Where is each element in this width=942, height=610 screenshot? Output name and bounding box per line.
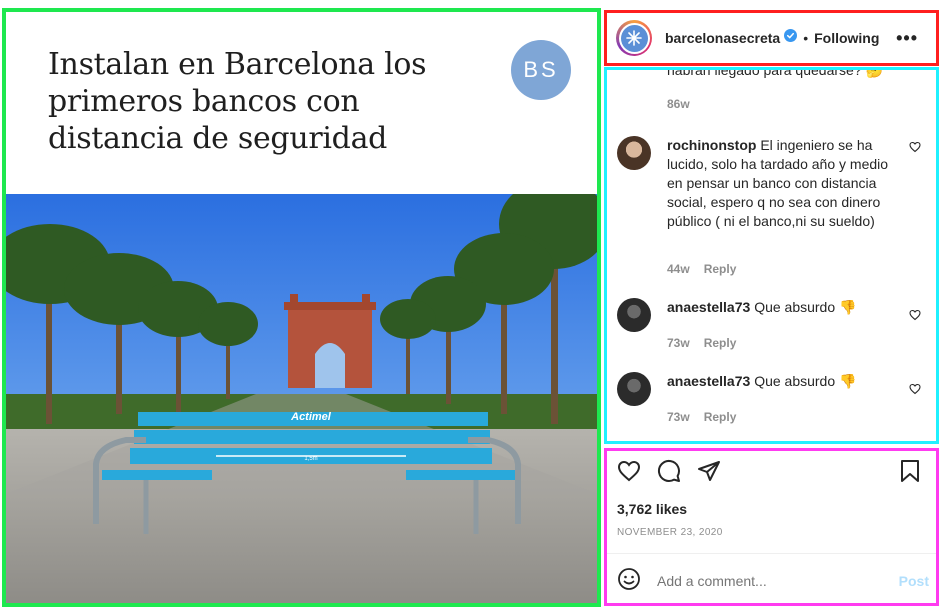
asterisk-icon bbox=[620, 24, 648, 52]
comment-time: 73w bbox=[667, 410, 690, 424]
comment-body: rochinonstop El ingeniero se ha lucido, … bbox=[667, 136, 895, 231]
following-button[interactable]: Following bbox=[814, 30, 879, 46]
comments-list[interactable]: habrán llegado para quedarse? 🤔 86w roch… bbox=[607, 70, 936, 441]
post-header: barcelonasecreta • Following ••• bbox=[607, 13, 936, 63]
profile-username[interactable]: barcelonasecreta bbox=[665, 30, 780, 46]
comment-meta: 44w Reply bbox=[667, 260, 736, 278]
post-actions: 3,762 likes NOVEMBER 23, 2020 Post bbox=[607, 451, 936, 603]
verified-badge-icon bbox=[784, 29, 798, 47]
comment-bubble-icon[interactable] bbox=[657, 459, 681, 488]
comment-time: 44w bbox=[667, 262, 690, 276]
like-comment-heart-icon[interactable] bbox=[909, 308, 921, 326]
share-paper-plane-icon[interactable] bbox=[697, 459, 721, 488]
reply-button[interactable]: Reply bbox=[704, 262, 737, 276]
profile-avatar[interactable] bbox=[616, 20, 652, 56]
comment-text: Que absurdo bbox=[754, 373, 836, 389]
comment-text: Que absurdo bbox=[754, 299, 836, 315]
reply-button[interactable]: Reply bbox=[704, 410, 737, 424]
post-date[interactable]: NOVEMBER 23, 2020 bbox=[617, 527, 723, 538]
post-comment-button[interactable]: Post bbox=[899, 573, 929, 589]
like-heart-icon[interactable] bbox=[617, 459, 641, 488]
comment-body: anaestella73 Que absurdo 👎 bbox=[667, 372, 895, 391]
commenter-avatar[interactable] bbox=[617, 298, 651, 332]
bench-photo: Actimel 1,5m bbox=[6, 194, 597, 603]
like-comment-heart-icon[interactable] bbox=[909, 382, 921, 400]
comment-body: anaestella73 Que absurdo 👎 bbox=[667, 298, 895, 317]
thinking-emoji-icon: 🤔 bbox=[865, 70, 883, 78]
post-headline: Instalan en Barcelona los primeros banco… bbox=[48, 47, 427, 156]
likes-count[interactable]: 3,762 likes bbox=[617, 501, 687, 517]
like-comment-heart-icon[interactable] bbox=[909, 140, 921, 158]
divider bbox=[607, 553, 936, 554]
comment-cut-text: habrán llegado para quedarse? 🤔 bbox=[667, 70, 883, 79]
bench-brand-text: Actimel bbox=[290, 411, 332, 423]
action-icons bbox=[617, 459, 927, 487]
separator-dot: • bbox=[803, 30, 809, 46]
reply-button[interactable]: Reply bbox=[704, 336, 737, 350]
comment-time: 73w bbox=[667, 336, 690, 350]
comment-time: 86w bbox=[667, 97, 690, 111]
emoji-smiley-icon[interactable] bbox=[617, 567, 641, 596]
comment-username[interactable]: anaestella73 bbox=[667, 299, 750, 315]
comment-meta: 73w Reply bbox=[667, 408, 736, 426]
add-comment-bar: Post bbox=[617, 567, 929, 596]
post-media[interactable]: Instalan en Barcelona los primeros banco… bbox=[6, 12, 597, 603]
bench-distance-text: 1,5m bbox=[304, 456, 317, 462]
brand-logo: BS bbox=[511, 40, 571, 100]
comment-meta: 73w Reply bbox=[667, 334, 736, 352]
thumbs-down-emoji-icon: 👎 bbox=[839, 373, 857, 389]
commenter-avatar[interactable] bbox=[617, 372, 651, 406]
comment-cut-body: habrán llegado para quedarse? bbox=[667, 70, 862, 78]
add-comment-input[interactable] bbox=[657, 573, 867, 589]
more-options-button[interactable]: ••• bbox=[896, 29, 918, 47]
thumbs-down-emoji-icon: 👎 bbox=[839, 299, 857, 315]
comment-username[interactable]: anaestella73 bbox=[667, 373, 750, 389]
commenter-avatar[interactable] bbox=[617, 136, 651, 170]
comment-username[interactable]: rochinonstop bbox=[667, 137, 756, 153]
save-bookmark-icon[interactable] bbox=[899, 459, 921, 488]
